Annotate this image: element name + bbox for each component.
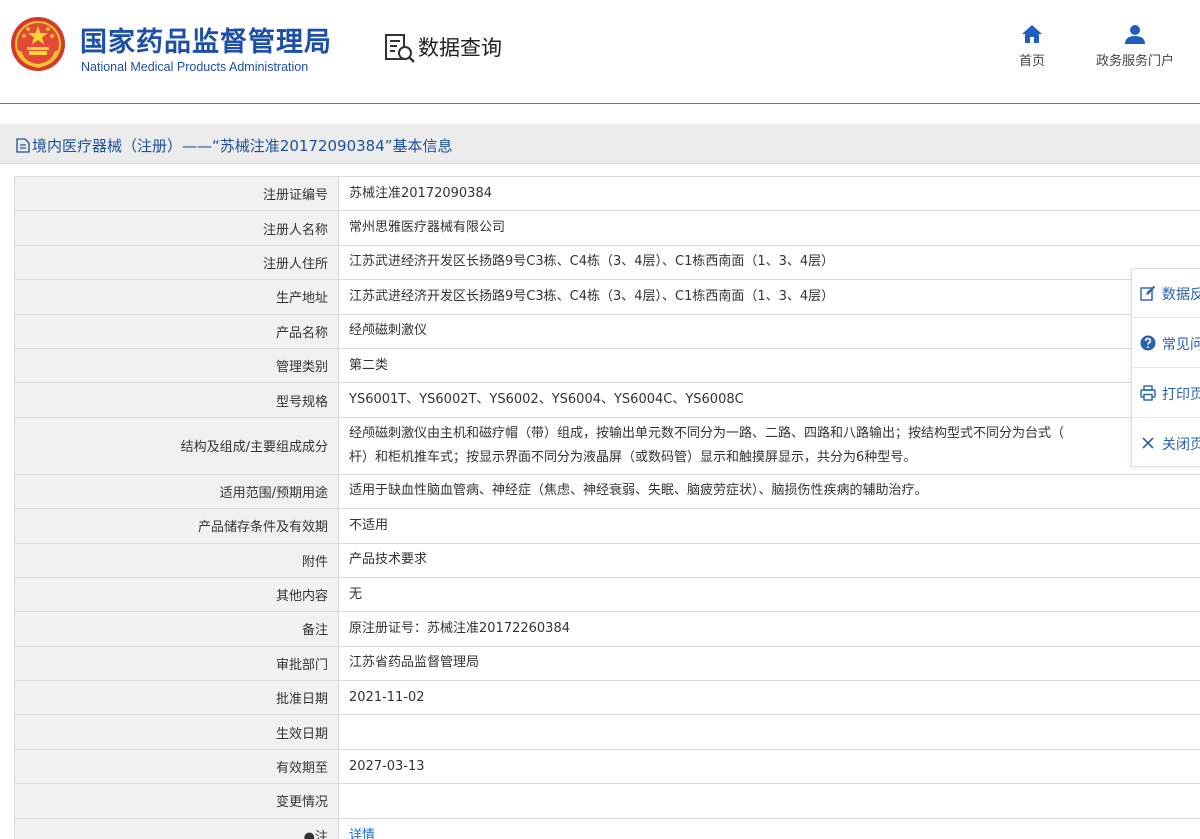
row-label: ●注 xyxy=(14,817,339,839)
row-value: 经颅磁刺激仪 xyxy=(338,313,1200,349)
row-value: 产品技术要求 xyxy=(338,542,1200,578)
row-label: 生效日期 xyxy=(14,714,339,750)
row-value: 江苏武进经济开发区长扬路9号C3栋、C4栋（3、4层）、C1栋西南面（1、3、4… xyxy=(338,244,1200,281)
row-value-line-2: 杆）和柜机推车式；按显示界面不同分为液晶屏（或数码管）显示和触摸屏显示，共分为6… xyxy=(349,449,917,465)
table-row: 结构及组成/主要组成成分 经颅磁刺激仪由主机和磁疗帽（带）组成，按输出单元数不同分… xyxy=(14,416,1200,475)
print-icon xyxy=(1140,385,1156,401)
table-row: 其他内容无 xyxy=(14,576,1200,613)
nav-portal-link[interactable]: 政务服务门户 xyxy=(1086,24,1184,69)
row-label: 其他内容 xyxy=(14,576,339,613)
row-label: 审批部门 xyxy=(14,645,339,682)
site-header: 国家药品监督管理局 National Medical Products Admi… xyxy=(0,0,1200,104)
row-label: 适用范围/预期用途 xyxy=(14,473,339,510)
table-row: 适用范围/预期用途 适用于缺血性脑血管病、神经症（焦虑、神经衰弱、失眠、脑疲劳症状… xyxy=(14,473,1200,510)
nav-portal-label: 政务服务门户 xyxy=(1095,54,1174,69)
row-value-line-1: 经颅磁刺激仪由主机和磁疗帽（带）组成，按输出单元数不同分为一路、二路、四路和八路… xyxy=(349,425,1065,441)
row-label: 附件 xyxy=(14,542,339,578)
nav-home-label: 首页 xyxy=(1018,54,1045,69)
floating-side-panel: 数据反馈 常见问题 打印页面 关闭页面 xyxy=(1131,268,1200,467)
details-link[interactable]: 详情 xyxy=(349,828,375,839)
row-value: 苏械注准20172090384 xyxy=(338,175,1200,212)
row-label: 产品名称 xyxy=(14,313,339,349)
page-title-text: 境内医疗器械（注册）——“苏械注准20172090384”基本信息 xyxy=(32,137,453,155)
table-row: 生产地址 江苏武进经济开发区长扬路9号C3栋、C4栋（3、4层）、C1栋西南面（1… xyxy=(14,279,1200,315)
page-title: 境内医疗器械（注册）——“苏械注准20172090384”基本信息 xyxy=(16,135,453,156)
table-row: 审批部门 江苏省药品监督管理局 xyxy=(14,645,1200,682)
side-item-label: 数据反馈 xyxy=(1162,287,1200,303)
row-value: 经颅磁刺激仪由主机和磁疗帽（带）组成，按输出单元数不同分为一路、二路、四路和八路… xyxy=(338,416,1200,475)
row-value: 第二类 xyxy=(338,347,1200,384)
row-value xyxy=(338,714,1200,750)
row-label: 生产地址 xyxy=(14,279,339,315)
edit-icon xyxy=(1140,285,1156,301)
row-label: 注册证编号 xyxy=(14,175,339,212)
row-value: 原注册证号：苏械注准20172260384 xyxy=(338,611,1200,647)
org-name-cn: 国家药品监督管理局 xyxy=(80,27,332,58)
table-row: 注册人住所 江苏武进经济开发区长扬路9号C3栋、C4栋（3、4层）、C1栋西南面（… xyxy=(14,244,1200,281)
row-value: 无 xyxy=(338,576,1200,613)
row-label: 备注 xyxy=(14,611,339,647)
info-table: 注册证编号 苏械注准20172090384 注册人名称 常州思雅医疗器械有限公司 注… xyxy=(14,175,1200,839)
national-emblem-icon xyxy=(11,17,65,71)
row-value: 常州思雅医疗器械有限公司 xyxy=(338,210,1200,246)
row-label: 注册人住所 xyxy=(14,244,339,281)
row-value: YS6001T、YS6002T、YS6002、YS6004、YS6004C、YS… xyxy=(338,382,1200,418)
row-value: 江苏武进经济开发区长扬路9号C3栋、C4栋（3、4层）、C1栋西南面（1、3、4… xyxy=(338,279,1200,315)
side-item-label: 关闭页面 xyxy=(1162,437,1200,453)
row-value: 2027-03-13 xyxy=(338,748,1200,785)
row-label: 结构及组成/主要组成成分 xyxy=(14,416,339,475)
home-icon xyxy=(1022,25,1042,43)
page-title-bar: 境内医疗器械（注册）——“苏械注准20172090384”基本信息 xyxy=(0,124,1200,164)
table-row: 产品名称 经颅磁刺激仪 xyxy=(14,313,1200,349)
row-value: 2021-11-02 xyxy=(338,680,1200,716)
table-row: 生效日期 xyxy=(14,714,1200,750)
row-value: 适用于缺血性脑血管病、神经症（焦虑、神经衰弱、失眠、脑疲劳症状）、脑损伤性疾病的… xyxy=(338,473,1200,510)
row-label: 管理类别 xyxy=(14,347,339,384)
table-row: 注册人名称 常州思雅医疗器械有限公司 xyxy=(14,210,1200,246)
row-label: 有效期至 xyxy=(14,748,339,785)
table-row: 管理类别 第二类 xyxy=(14,347,1200,384)
close-icon xyxy=(1142,437,1154,449)
row-label: 批准日期 xyxy=(14,680,339,716)
table-row: 注册证编号 苏械注准20172090384 xyxy=(14,175,1200,212)
user-icon xyxy=(1125,25,1145,44)
side-item-print[interactable]: 打印页面 xyxy=(1132,369,1200,418)
row-value: 不适用 xyxy=(338,508,1200,544)
table-row: 附件 产品技术要求 xyxy=(14,542,1200,578)
table-row: ●注 详情 xyxy=(14,817,1200,839)
table-row: 变更情况 xyxy=(14,783,1200,819)
row-value: 详情 xyxy=(338,817,1200,839)
side-item-faq[interactable]: 常见问题 xyxy=(1132,319,1200,368)
nav-home-link[interactable]: 首页 xyxy=(1012,24,1052,69)
side-item-label: 打印页面 xyxy=(1162,387,1200,403)
section-title: 数据查询 xyxy=(418,36,502,60)
row-value: 江苏省药品监督管理局 xyxy=(338,645,1200,682)
row-label: 型号规格 xyxy=(14,382,339,418)
row-label: 注册人名称 xyxy=(14,210,339,246)
side-item-feedback[interactable]: 数据反馈 xyxy=(1132,269,1200,318)
table-row: 有效期至 2027-03-13 xyxy=(14,748,1200,785)
document-icon xyxy=(16,138,30,153)
row-label: 变更情况 xyxy=(14,783,339,819)
question-icon xyxy=(1140,335,1156,351)
table-row: 型号规格 YS6001T、YS6002T、YS6002、YS6004、YS6004… xyxy=(14,382,1200,418)
data-search-icon xyxy=(385,34,415,63)
table-row: 批准日期 2021-11-02 xyxy=(14,680,1200,716)
side-item-close[interactable]: 关闭页面 xyxy=(1132,419,1200,468)
side-item-label: 常见问题 xyxy=(1162,337,1200,353)
table-row: 备注 原注册证号：苏械注准20172260384 xyxy=(14,611,1200,647)
table-row: 产品储存条件及有效期 不适用 xyxy=(14,508,1200,544)
row-label: 产品储存条件及有效期 xyxy=(14,508,339,544)
org-name-en: National Medical Products Administration xyxy=(81,60,309,74)
row-value xyxy=(338,783,1200,819)
